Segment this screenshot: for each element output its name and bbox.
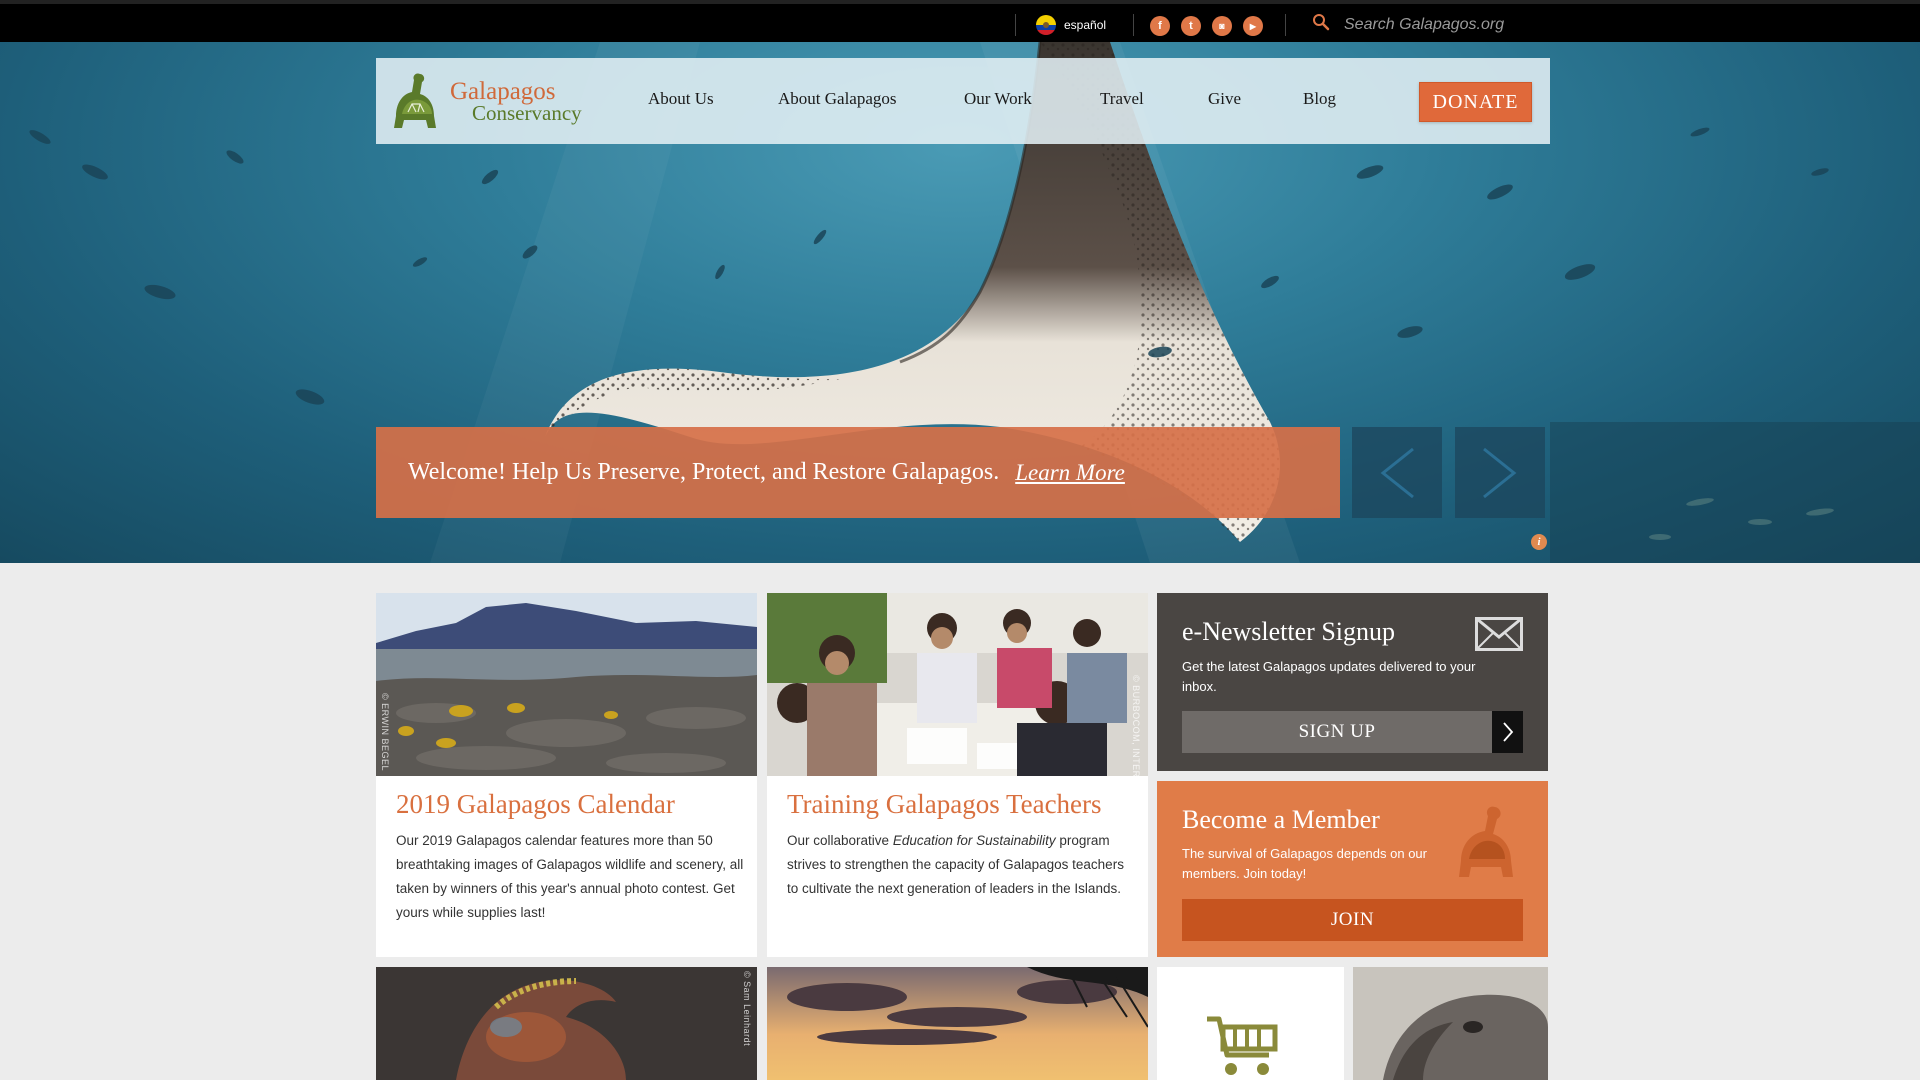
divider [1015, 14, 1016, 36]
calendar-card-title[interactable]: 2019 Galapagos Calendar [396, 789, 675, 820]
member-title: Become a Member [1182, 805, 1380, 834]
next-slide-button[interactable] [1455, 427, 1545, 518]
info-icon[interactable]: i [1531, 534, 1547, 550]
twitter-icon[interactable]: t [1181, 16, 1201, 36]
social-links: f t ◙ ▶ [1150, 16, 1263, 36]
search-input[interactable] [1344, 15, 1544, 34]
lava-coast-photo [376, 593, 757, 776]
photo-credit: © BURBOCOM, INTERIM [1131, 675, 1141, 776]
program-name: Education for Sustainability [892, 833, 1056, 848]
nav-blog[interactable]: Blog [1303, 89, 1336, 109]
membership-panel: Become a Member The survival of Galapago… [1157, 781, 1548, 957]
nav-our-work[interactable]: Our Work [964, 89, 1032, 109]
teachers-card: © BURBOCOM, INTERIM Training Galapagos T… [767, 593, 1148, 957]
newsletter-signup-panel: e-Newsletter Signup Get the latest Galap… [1157, 593, 1548, 771]
chevron-right-icon [1502, 722, 1513, 742]
chevron-left-icon [1380, 447, 1414, 498]
nav-about-galapagos[interactable]: About Galapagos [778, 89, 897, 109]
welcome-text: Welcome! Help Us Preserve, Protect, and … [408, 459, 1000, 485]
shopping-cart-icon [1207, 1016, 1278, 1075]
photo-credit: © ERWIN BEGEL [380, 693, 390, 771]
teachers-card-title[interactable]: Training Galapagos Teachers [787, 789, 1102, 820]
teachers-classroom-photo [767, 593, 1148, 776]
member-text: The survival of Galapagos depends on our… [1182, 846, 1427, 881]
search-box [1312, 13, 1544, 36]
search-icon[interactable] [1312, 13, 1330, 36]
divider [1133, 14, 1134, 36]
calendar-card-image[interactable]: © ERWIN BEGEL [376, 593, 757, 776]
site-logo[interactable]: Galapagos Conservancy [390, 68, 582, 134]
nav-about-us[interactable]: About Us [648, 89, 714, 109]
instagram-icon[interactable]: ◙ [1212, 16, 1232, 36]
logo-text-conservancy: Conservancy [472, 101, 582, 125]
sunset-photo [767, 967, 1148, 1080]
body-text: Our collaborative [787, 833, 893, 848]
main-navigation: Galapagos Conservancy About Us About Gal… [376, 58, 1550, 144]
envelope-icon [1475, 617, 1523, 651]
photo-credit: © Sam Leinhardt [742, 971, 752, 1047]
learn-more-link[interactable]: Learn More [1015, 460, 1125, 486]
tortoise-logo-icon [394, 73, 436, 128]
sea-lion-photo [1353, 967, 1548, 1080]
marine-iguana-photo [376, 967, 757, 1080]
join-button[interactable]: JOIN [1182, 899, 1523, 941]
iguana-card-image[interactable]: © Sam Leinhardt [376, 967, 757, 1080]
newsletter-title: e-Newsletter Signup [1182, 617, 1396, 646]
facebook-icon[interactable]: f [1150, 16, 1170, 36]
top-bar: español f t ◙ ▶ [0, 0, 1920, 42]
teachers-card-text: Our collaborative Education for Sustaina… [787, 829, 1137, 901]
newsletter-text: Get the latest Galapagos updates deliver… [1182, 659, 1476, 694]
sign-up-arrow-button[interactable] [1492, 711, 1523, 753]
divider [1285, 14, 1286, 36]
chevron-right-icon [1483, 447, 1517, 498]
sea-lion-card-image[interactable] [1353, 967, 1548, 1080]
ecuador-flag-icon [1036, 15, 1056, 35]
sunset-card-image[interactable] [767, 967, 1148, 1080]
language-label: español [1064, 18, 1107, 32]
nav-travel[interactable]: Travel [1100, 89, 1144, 109]
calendar-card: © ERWIN BEGEL 2019 Galapagos Calendar Ou… [376, 593, 757, 957]
language-switch[interactable]: español [1036, 15, 1106, 35]
youtube-icon[interactable]: ▶ [1243, 16, 1263, 36]
teachers-card-image[interactable]: © BURBOCOM, INTERIM [767, 593, 1148, 776]
shop-tile[interactable] [1157, 967, 1344, 1080]
welcome-banner: Welcome! Help Us Preserve, Protect, and … [376, 427, 1340, 518]
prev-slide-button[interactable] [1352, 427, 1442, 518]
donate-button[interactable]: DONATE [1419, 82, 1532, 122]
sign-up-button[interactable]: SIGN UP [1182, 711, 1492, 753]
calendar-card-text: Our 2019 Galapagos calendar features mor… [396, 833, 744, 920]
nav-give[interactable]: Give [1208, 89, 1241, 109]
